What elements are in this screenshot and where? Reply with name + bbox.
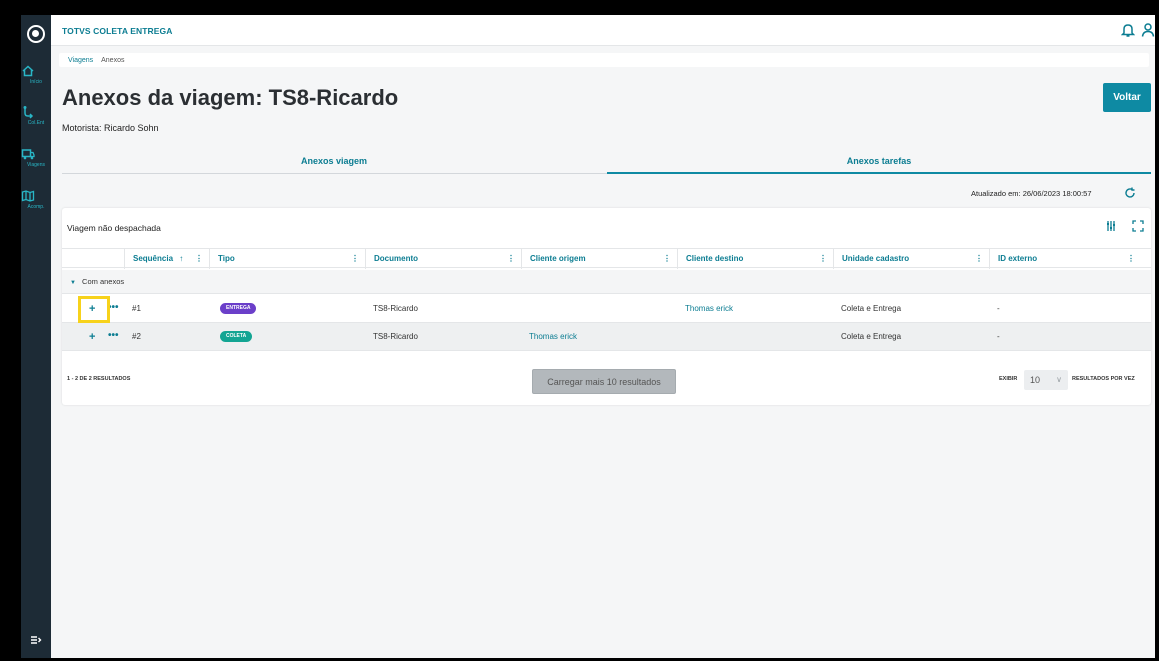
column-header-sequencia[interactable]: Sequência ↑ ⋮ — [124, 249, 209, 269]
breadcrumb: Viagens Anexos — [59, 53, 1149, 67]
cell-cliente-destino[interactable] — [677, 323, 685, 351]
group-label: Com anexos — [82, 277, 125, 286]
table-row: + ••• #1 ENTREGA TS8-Ricardo Thomas eric… — [62, 295, 1151, 323]
cell-id-externo: - — [997, 304, 1000, 313]
column-header-label: Cliente origem — [530, 254, 586, 263]
fullscreen-icon[interactable] — [1132, 220, 1144, 232]
cell-unidade-cadastro: Coleta e Entrega — [841, 332, 902, 341]
sidebar-item-colent[interactable]: Col.Ent — [21, 105, 51, 126]
map-icon — [21, 190, 35, 202]
expand-row-plus-icon[interactable]: + — [89, 323, 95, 351]
column-header-label: Unidade cadastro — [842, 254, 910, 263]
cell-documento: TS8-Ricardo — [373, 332, 418, 341]
attachments-table-card: Viagem não despachada Sequência ↑ ⋮ Tipo… — [62, 208, 1151, 405]
sort-asc-icon[interactable]: ↑ — [179, 254, 183, 263]
group-row-com-anexos[interactable]: ▼ Com anexos — [62, 270, 1151, 294]
sidebar-item-label: Col.Ent — [27, 120, 45, 126]
table-row: + ••• #2 COLETA TS8-Ricardo Thomas erick… — [62, 323, 1151, 351]
truck-icon — [21, 149, 35, 160]
cell-cliente-origem[interactable]: Thomas erick — [521, 323, 577, 351]
refresh-icon[interactable] — [1124, 187, 1136, 199]
column-header-label: Tipo — [218, 254, 235, 263]
column-menu-icon[interactable]: ⋮ — [1127, 249, 1135, 269]
expand-menu-icon — [31, 636, 42, 644]
logo-icon[interactable] — [27, 25, 45, 43]
tab-anexos-viagem[interactable]: Anexos viagem — [62, 152, 606, 174]
column-header-tipo[interactable]: Tipo ⋮ — [209, 249, 365, 269]
sidebar: Início Col.Ent Viagens Acomp. — [21, 15, 51, 658]
highlight-box — [78, 296, 110, 323]
breadcrumb-current: Anexos — [101, 57, 125, 64]
column-header-cliente-origem[interactable]: Cliente origem ⋮ — [521, 249, 677, 269]
home-icon — [22, 65, 34, 77]
route-icon — [23, 106, 34, 119]
load-more-button[interactable]: Carregar mais 10 resultados — [532, 369, 676, 394]
results-count: 1 - 2 DE 2 RESULTADOS — [67, 376, 131, 382]
chevron-down-icon: ∨ — [1056, 375, 1062, 384]
user-icon[interactable] — [1141, 22, 1155, 38]
cell-tipo: ENTREGA — [212, 295, 257, 323]
tipo-badge: COLETA — [220, 331, 253, 343]
cell-cliente-destino[interactable]: Thomas erick — [677, 295, 733, 323]
cell-unidade-cadastro: Coleta e Entrega — [841, 304, 902, 313]
table-title: Viagem não despachada — [67, 223, 161, 233]
cell-tipo: COLETA — [212, 323, 253, 351]
back-button[interactable]: Voltar — [1103, 83, 1151, 112]
column-header-expand — [84, 249, 124, 269]
column-header-unidade-cadastro[interactable]: Unidade cadastro ⋮ — [833, 249, 989, 269]
tab-anexos-tarefas[interactable]: Anexos tarefas — [607, 152, 1151, 174]
results-per-page-select[interactable]: 10 ∨ — [1024, 370, 1068, 390]
sidebar-expand-button[interactable] — [21, 635, 51, 648]
app-title: TOTVS COLETA ENTREGA — [62, 26, 173, 36]
cell-cliente-origem[interactable] — [521, 295, 529, 323]
column-menu-icon[interactable]: ⋮ — [975, 249, 983, 269]
cell-sequencia: #2 — [132, 332, 141, 341]
sidebar-item-viagens[interactable]: Viagens — [21, 147, 51, 168]
column-header-label: Sequência — [133, 254, 174, 263]
cell-id-externo: - — [997, 332, 1000, 341]
sidebar-item-inicio[interactable]: Início — [21, 64, 51, 85]
column-header-label: Documento — [374, 254, 418, 263]
sidebar-item-acomp[interactable]: Acomp. — [21, 189, 51, 210]
column-menu-icon[interactable]: ⋮ — [819, 249, 827, 269]
page-title: Anexos da viagem: TS8-Ricardo — [62, 85, 399, 110]
column-header-id-externo[interactable]: ID externo ⋮ — [989, 249, 1141, 269]
top-bar: TOTVS COLETA ENTREGA — [51, 15, 1155, 46]
column-header-documento[interactable]: Documento ⋮ — [365, 249, 521, 269]
cell-sequencia: #1 — [132, 304, 141, 313]
app-window: Início Col.Ent Viagens Acomp. TOTVS COLE… — [21, 15, 1155, 658]
tipo-badge: ENTREGA — [220, 303, 257, 315]
sidebar-item-label: Acomp. — [27, 204, 45, 210]
sidebar-item-label: Início — [30, 79, 42, 85]
column-menu-icon[interactable]: ⋮ — [663, 249, 671, 269]
per-page-label: RESULTADOS POR VEZ — [1072, 376, 1135, 382]
bell-icon[interactable] — [1121, 22, 1135, 38]
per-page-value: 10 — [1030, 375, 1041, 385]
column-header-label: ID externo — [998, 254, 1038, 263]
column-header-label: Cliente destino — [686, 254, 744, 263]
driver-label: Motorista: Ricardo Sohn — [62, 123, 159, 133]
tab-bar: Anexos viagem Anexos tarefas — [62, 152, 1151, 174]
screen-frame: Início Col.Ent Viagens Acomp. TOTVS COLE… — [0, 0, 1159, 661]
breadcrumb-link-viagens[interactable]: Viagens — [68, 57, 93, 64]
cell-documento: TS8-Ricardo — [373, 304, 418, 313]
column-menu-icon[interactable]: ⋮ — [195, 249, 203, 269]
column-header-cliente-destino[interactable]: Cliente destino ⋮ — [677, 249, 833, 269]
last-updated-text: Atualizado em: 26/06/2023 18:00:57 — [971, 189, 1092, 198]
row-more-icon[interactable]: ••• — [108, 323, 119, 351]
collapse-arrow-icon[interactable]: ▼ — [70, 280, 76, 286]
exibir-label: EXIBIR — [999, 376, 1018, 382]
column-menu-icon[interactable]: ⋮ — [351, 249, 359, 269]
column-menu-icon[interactable]: ⋮ — [507, 249, 515, 269]
table-header: Sequência ↑ ⋮ Tipo ⋮ Documento ⋮ Cliente… — [62, 248, 1151, 269]
column-settings-icon[interactable] — [1105, 220, 1117, 232]
sidebar-item-label: Viagens — [27, 162, 45, 168]
